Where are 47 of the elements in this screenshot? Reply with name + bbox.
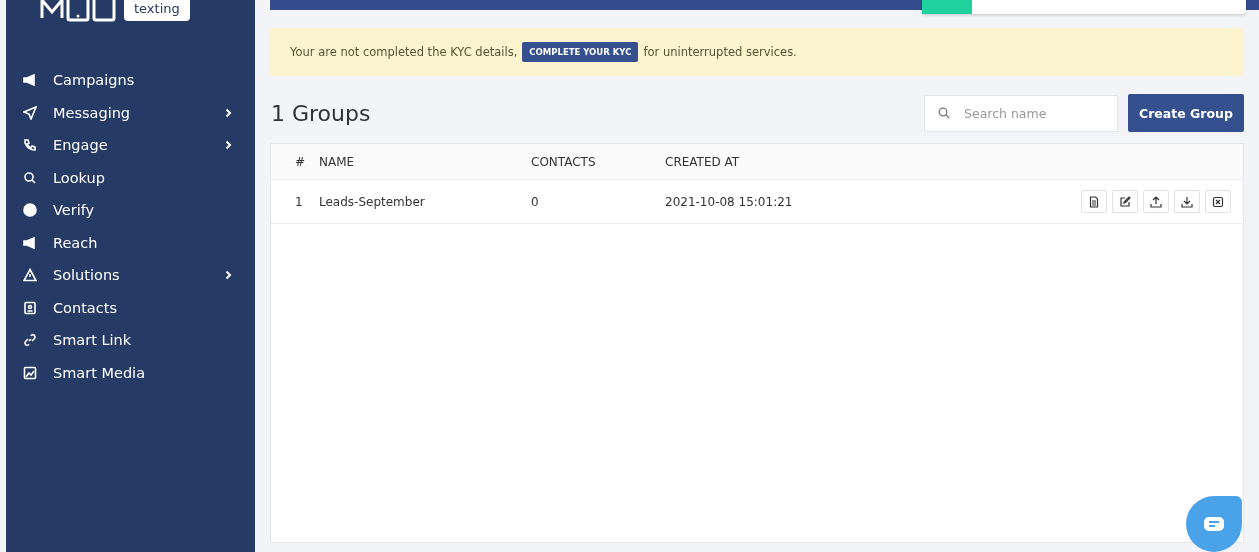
document-icon [1088, 195, 1100, 208]
table-cell-text: 1 [295, 194, 304, 209]
create-group-button[interactable]: Create Group [1128, 94, 1244, 132]
link-icon [23, 333, 37, 348]
table-cell-text: 0 [531, 194, 540, 209]
sidebar-item[interactable]: Contacts [6, 291, 255, 324]
send-icon [23, 105, 37, 120]
search-field[interactable]: Search name [924, 94, 1118, 132]
warning-icon [23, 268, 37, 283]
column-header: NAME [319, 154, 356, 169]
column-header: CREATED AT [665, 154, 741, 169]
complete-kyc-button[interactable]: COMPLETE YOUR KYC [522, 42, 639, 62]
sidebar-item[interactable]: Smart Link [6, 324, 255, 357]
document-button[interactable] [1081, 190, 1107, 213]
edit-icon [1119, 195, 1131, 208]
chat-icon [1203, 516, 1225, 532]
image-icon [23, 365, 37, 380]
upload-icon [1150, 195, 1162, 208]
banner-text: for uninterrupted services. [643, 45, 797, 59]
column-header: CONTACTS [531, 154, 597, 169]
download-button[interactable] [1174, 190, 1200, 213]
sidebar-item[interactable]: Messaging [6, 96, 255, 129]
logo-text: texting [124, 0, 190, 21]
logo-icon [40, 0, 118, 22]
phone-icon [23, 138, 37, 153]
download-icon [1181, 195, 1193, 208]
page-title: 1 Groups [271, 100, 372, 126]
sidebar-item[interactable]: Solutions [6, 259, 255, 292]
contact-icon [23, 300, 37, 315]
sidebar-item[interactable]: Engage [6, 129, 255, 162]
banner-text: Your are not completed the KYC details, [290, 45, 518, 59]
upload-button[interactable] [1143, 190, 1169, 213]
sidebar-item[interactable]: Smart Media [6, 356, 255, 389]
megaphone-icon [23, 235, 37, 250]
sidebar-item[interactable]: Campaigns [6, 64, 255, 97]
sidebar-item[interactable]: Lookup [6, 161, 255, 194]
chat-button[interactable] [1186, 496, 1242, 552]
sidebar-item[interactable]: Reach [6, 226, 255, 259]
sidebar-item[interactable]: Verify [6, 194, 255, 227]
table-cell-text: 2021-10-08 15:01:21 [665, 194, 794, 209]
close-icon [1212, 195, 1224, 208]
edit-button[interactable] [1112, 190, 1138, 213]
search-icon [23, 170, 37, 185]
table-cell-text: Leads-September [319, 194, 426, 209]
close-button[interactable] [1205, 190, 1231, 213]
megaphone-icon [23, 73, 37, 88]
column-header: # [295, 154, 307, 169]
